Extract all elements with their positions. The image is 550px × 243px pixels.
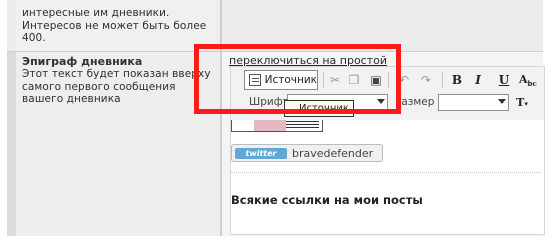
- twitter-follow-badge[interactable]: twitter bravedefender: [231, 144, 383, 162]
- copy-icon[interactable]: ❐: [346, 72, 362, 88]
- source-icon: [249, 74, 261, 86]
- twitter-logo: twitter: [235, 147, 287, 159]
- epigraph-description: Этот текст будет показан вверху самого п…: [22, 68, 211, 105]
- column-divider: [220, 0, 222, 236]
- size-select[interactable]: [438, 94, 509, 111]
- chevron-down-icon: [498, 99, 506, 104]
- strikethrough-icon[interactable]: Abc: [519, 72, 537, 88]
- twitter-username: bravedefender: [292, 146, 374, 160]
- source-button[interactable]: Источник: [244, 70, 318, 90]
- table-cell-lines: [286, 121, 319, 130]
- chevron-down-icon: [377, 99, 385, 104]
- redo-icon[interactable]: ↷: [418, 72, 434, 88]
- content-divider: [231, 172, 541, 174]
- interests-description: интересные им дневники. Интересов не мож…: [22, 7, 207, 44]
- underline-icon[interactable]: U: [496, 72, 512, 88]
- source-tooltip: Источник: [284, 100, 354, 117]
- text-color-icon[interactable]: T▾: [514, 95, 530, 111]
- font-label: Шрифт: [249, 96, 289, 108]
- table-cell-highlight: [254, 120, 286, 131]
- source-button-label: Источник: [264, 74, 317, 86]
- undo-icon[interactable]: ↶: [396, 72, 412, 88]
- content-table-fragment: [231, 120, 323, 132]
- italic-icon[interactable]: I: [470, 72, 486, 88]
- editor-content-area[interactable]: [230, 120, 545, 235]
- links-heading: Всякие ссылки на мои посты: [231, 193, 423, 207]
- bold-icon[interactable]: B: [449, 72, 465, 88]
- size-label: Размер: [395, 96, 435, 108]
- paste-icon[interactable]: ▣: [368, 72, 384, 88]
- epigraph-title: Эпиграф дневника: [22, 55, 143, 68]
- toolbar-separator: [388, 72, 389, 88]
- toolbar-separator: [323, 72, 324, 88]
- cut-icon[interactable]: ✂: [327, 72, 343, 88]
- toolbar-separator: [442, 72, 443, 88]
